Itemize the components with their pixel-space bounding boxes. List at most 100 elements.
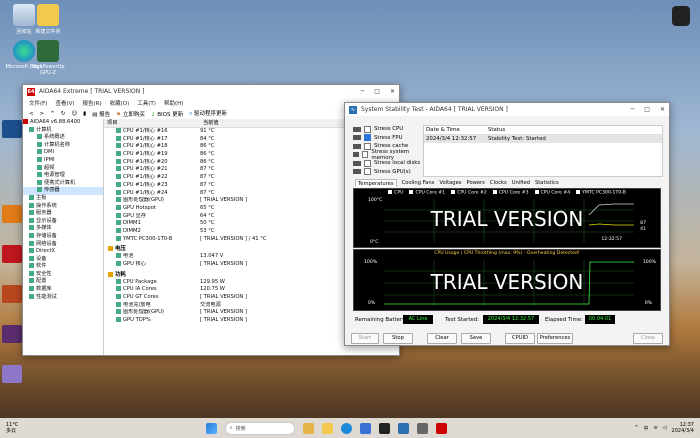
- edge-icon[interactable]: [340, 422, 352, 434]
- stress-checkbox[interactable]: [364, 134, 371, 142]
- tree-item[interactable]: IPMI: [23, 156, 103, 165]
- stress-checkbox[interactable]: [364, 125, 371, 133]
- legend-checkbox[interactable]: [492, 190, 497, 194]
- legend-checkbox[interactable]: [409, 190, 414, 194]
- app-icon[interactable]: [397, 422, 409, 434]
- tray-overflow-icon[interactable]: ^: [634, 425, 638, 431]
- store-icon[interactable]: [359, 422, 371, 434]
- app-icon[interactable]: [416, 422, 428, 434]
- driver-update-button[interactable]: ⌕ 驱动程序更新: [189, 109, 227, 118]
- menu-file[interactable]: 文件(F): [29, 99, 47, 107]
- tree-item[interactable]: 服务器: [23, 210, 103, 218]
- tree-item[interactable]: 电源管理: [23, 172, 103, 180]
- stress-checkbox[interactable]: [362, 151, 369, 159]
- stress-option[interactable]: Stress GPU(s): [353, 168, 421, 177]
- start-button[interactable]: Start: [351, 333, 379, 344]
- tab-voltages[interactable]: Voltages: [439, 179, 461, 187]
- volume-icon[interactable]: ◁: [663, 425, 667, 431]
- minimize-button[interactable]: ─: [631, 106, 635, 113]
- preferences-button[interactable]: Preferences: [537, 333, 573, 344]
- tab-clocks[interactable]: Clocks: [490, 179, 507, 187]
- tree-item[interactable]: 多媒体: [23, 225, 103, 233]
- start-icon[interactable]: [205, 422, 217, 434]
- tree-item[interactable]: 网络设备: [23, 240, 103, 249]
- tree-item[interactable]: 计算机名称: [23, 141, 103, 150]
- save-button[interactable]: Save: [461, 333, 491, 344]
- refresh-icon[interactable]: ↻: [61, 111, 66, 117]
- app-icon[interactable]: [378, 422, 390, 434]
- legend-checkbox[interactable]: [576, 190, 581, 194]
- minimize-button[interactable]: ─: [361, 88, 365, 95]
- desktop-icon-partial[interactable]: [672, 6, 690, 26]
- column-header-field[interactable]: 项目: [104, 119, 199, 127]
- aida64-taskbar-icon[interactable]: [435, 422, 447, 434]
- tree-item[interactable]: 性能测试: [23, 293, 103, 302]
- legend-item[interactable]: CPU Core #4: [534, 190, 570, 196]
- stress-checkbox[interactable]: [364, 142, 371, 150]
- desktop-icon-gpuz[interactable]: TechPowerUp GPU-Z: [26, 40, 70, 76]
- desktop-icon-partial[interactable]: [2, 245, 22, 263]
- tree-item[interactable]: 存储设备: [23, 232, 103, 241]
- menu-favorites[interactable]: 收藏(O): [110, 99, 130, 107]
- stress-checkbox[interactable]: [364, 159, 371, 167]
- tree-item[interactable]: 设备: [23, 255, 103, 264]
- desktop-icon-new-folder[interactable]: 新建文件夹: [26, 4, 70, 35]
- clock[interactable]: 12:37 2024/3/4: [672, 422, 694, 434]
- tree-item[interactable]: 操作系统: [23, 202, 103, 211]
- legend-checkbox[interactable]: [388, 190, 393, 194]
- tree-root[interactable]: AIDA64 v6.88.6400: [23, 119, 103, 127]
- forward-icon[interactable]: >: [40, 111, 45, 117]
- desktop-icon-partial[interactable]: [2, 365, 22, 383]
- column-header-value[interactable]: 当前值: [199, 119, 219, 127]
- tree-item[interactable]: 软件: [23, 263, 103, 271]
- stop-button[interactable]: Stop: [383, 333, 413, 344]
- legend-item[interactable]: CPU Core #1: [409, 190, 445, 196]
- tree-item[interactable]: 系统概述: [23, 134, 103, 142]
- legend-checkbox[interactable]: [451, 190, 456, 194]
- stress-option[interactable]: Stress CPU: [353, 125, 421, 134]
- tab-temperatures[interactable]: Temperatures: [355, 179, 397, 187]
- close-button[interactable]: ✕: [660, 106, 665, 113]
- chart-icon[interactable]: ▮: [83, 111, 86, 117]
- menu-report[interactable]: 报告(R): [83, 99, 102, 107]
- tree-item[interactable]: 显示设备: [23, 217, 103, 226]
- stress-checkbox[interactable]: [364, 168, 371, 176]
- maximize-button[interactable]: □: [374, 88, 380, 95]
- legend-checkbox[interactable]: [534, 190, 539, 194]
- tree-item[interactable]: 配置: [23, 278, 103, 286]
- file-explorer-icon[interactable]: [321, 422, 333, 434]
- legend-item[interactable]: CPU: [388, 190, 403, 196]
- tab-unified[interactable]: Unified: [512, 179, 530, 187]
- menu-view[interactable]: 查看(V): [55, 99, 74, 107]
- report-button[interactable]: ▤ 报告: [92, 110, 110, 118]
- buy-now-button[interactable]: ⚑ 立即购买: [116, 110, 145, 118]
- desktop-icon-partial[interactable]: [2, 205, 22, 223]
- tree-item[interactable]: DirectX: [23, 248, 103, 256]
- tree-item[interactable]: 数据库: [23, 286, 103, 294]
- menu-help[interactable]: 帮助(H): [164, 99, 183, 107]
- tab-powers[interactable]: Powers: [467, 179, 485, 187]
- cpuid-button[interactable]: CPUID: [505, 333, 535, 344]
- desktop-icon-partial[interactable]: [2, 285, 22, 303]
- weather-widget[interactable]: 11°C 多云: [6, 422, 18, 434]
- tab-cooling-fans[interactable]: Cooling Fans: [402, 179, 435, 187]
- log-header-date[interactable]: Date & Time: [424, 126, 488, 134]
- log-header-status[interactable]: Status: [488, 126, 505, 134]
- close-button[interactable]: ✕: [390, 88, 395, 95]
- widgets-icon[interactable]: [302, 422, 314, 434]
- tree-item[interactable]: 传感器: [23, 187, 103, 195]
- user-icon[interactable]: ☺: [71, 111, 77, 117]
- stress-option[interactable]: Stress FPU: [353, 134, 421, 143]
- up-icon[interactable]: ^: [50, 111, 55, 117]
- tree-item[interactable]: 便携式计算机: [23, 179, 103, 188]
- search-box[interactable]: ⌕ 搜索: [224, 421, 295, 435]
- desktop-icon-partial[interactable]: [2, 325, 22, 343]
- menu-tools[interactable]: 工具(T): [137, 99, 156, 107]
- legend-item[interactable]: YMTC PC300-1T0-B: [576, 190, 626, 196]
- maximize-button[interactable]: □: [644, 106, 650, 113]
- log-row[interactable]: 2024/3/4 12:32:57 Stability Test: Starte…: [424, 135, 662, 143]
- back-icon[interactable]: <: [29, 111, 34, 117]
- tab-statistics[interactable]: Statistics: [535, 179, 559, 187]
- stress-option[interactable]: Stress local disks: [353, 159, 421, 168]
- language-indicator[interactable]: 中: [643, 425, 648, 432]
